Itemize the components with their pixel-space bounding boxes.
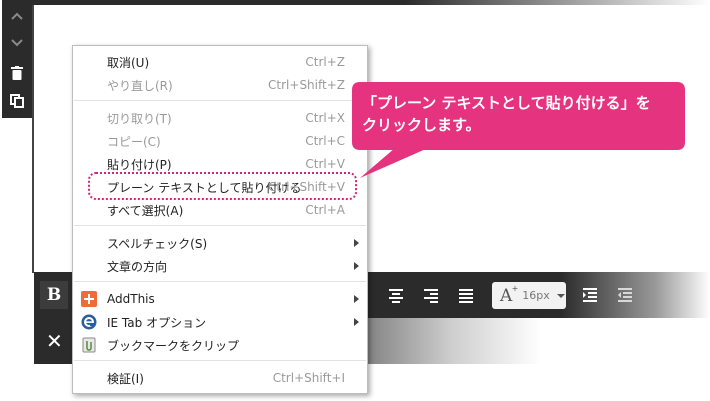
callout-line-2: クリックします。 <box>362 116 481 134</box>
callout-line-1: 「プレーン テキストとして貼り付ける」を <box>362 94 651 112</box>
callout-pointer <box>360 148 428 178</box>
callout-text: 「プレーン テキストとして貼り付ける」を クリックします。 <box>362 92 680 136</box>
